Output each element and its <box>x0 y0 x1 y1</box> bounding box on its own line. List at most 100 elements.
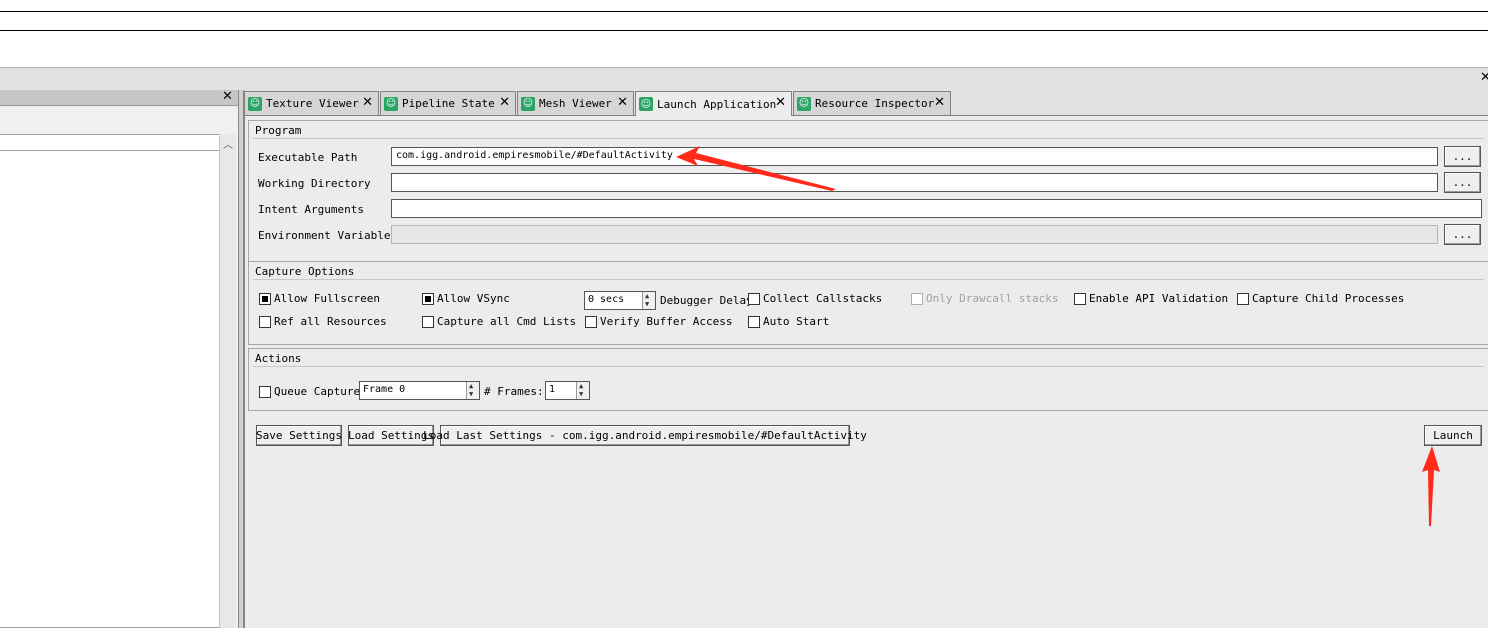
group-title: Actions <box>255 352 302 365</box>
verify-buffer-access-checkbox[interactable]: Verify Buffer Access <box>585 315 732 328</box>
divider <box>253 279 1484 280</box>
checkbox-label: Ref all Resources <box>274 315 387 328</box>
executable-path-field[interactable]: com.igg.android.empiresmobile/#DefaultAc… <box>391 147 1438 166</box>
browse-executable-button[interactable]: ... <box>1444 146 1481 167</box>
spinbox-value: Frame 0 <box>363 384 406 395</box>
debugger-delay-label: Debugger Delay <box>660 294 753 307</box>
close-icon[interactable]: ✕ <box>1480 71 1488 84</box>
checkbox-box[interactable] <box>748 315 760 328</box>
actions-group: Actions Queue Capture Frame 0 ▲ ▼ # Fram… <box>248 348 1488 411</box>
checkbox-box[interactable] <box>259 315 271 328</box>
launch-application-panel: Program Executable Path com.igg.android.… <box>244 115 1488 628</box>
arrow-up-icon[interactable]: ▲ <box>645 293 649 300</box>
left-scrollbar[interactable]: ︿ <box>219 134 236 628</box>
tab-label: Launch Application <box>657 97 777 111</box>
left-panel-header: ✕ <box>0 90 238 106</box>
arrow-down-icon[interactable]: ▼ <box>469 391 473 398</box>
checkbox-label: Allow Fullscreen <box>274 292 380 305</box>
intent-arguments-label: Intent Arguments <box>258 203 364 216</box>
tab-label: Mesh Viewer <box>539 97 612 110</box>
ref-all-resources-checkbox[interactable]: Ref all Resources <box>259 315 387 328</box>
arrow-down-icon[interactable]: ▼ <box>645 301 649 308</box>
frame-spinbox[interactable]: Frame 0 ▲ ▼ <box>359 381 480 400</box>
tab-resource-inspector[interactable]: ☺ Resource Inspector ✕ <box>793 91 951 115</box>
top-rule-2 <box>0 30 1488 31</box>
group-title: Program <box>255 124 302 137</box>
tab-label: Pipeline State <box>402 97 495 110</box>
viewer-icon: ☺ <box>384 96 398 111</box>
tab-launch-application[interactable]: ☺ Launch Application ✕ <box>635 91 792 116</box>
checkbox-box <box>911 292 923 305</box>
arrow-up-icon[interactable]: ▲ <box>579 383 583 390</box>
left-list-header <box>0 135 219 151</box>
divider <box>253 366 1484 367</box>
tab-pipeline-state[interactable]: ☺ Pipeline State ✕ <box>380 91 516 115</box>
tab-mesh-viewer[interactable]: ☺ Mesh Viewer ✕ <box>517 91 634 115</box>
arrow-down-icon[interactable]: ▼ <box>579 391 583 398</box>
checkbox-box[interactable] <box>259 292 271 305</box>
arrow-up-icon[interactable]: ▲ <box>469 383 473 390</box>
viewer-icon: ☺ <box>521 96 535 111</box>
auto-start-checkbox[interactable]: Auto Start <box>748 315 829 328</box>
intent-arguments-field[interactable] <box>391 199 1482 218</box>
allow-vsync-checkbox[interactable]: Allow VSync <box>422 292 510 305</box>
spin-buttons[interactable]: ▲ ▼ <box>466 382 479 399</box>
working-directory-label: Working Directory <box>258 177 371 190</box>
close-icon[interactable]: ✕ <box>775 96 786 110</box>
collect-callstacks-checkbox[interactable]: Collect Callstacks <box>748 292 882 305</box>
checkbox-label: Queue Capture <box>274 385 361 398</box>
checkbox-label: Enable API Validation <box>1089 292 1229 305</box>
checkbox-box[interactable] <box>422 292 434 305</box>
load-last-settings-button[interactable]: Load Last Settings - com.igg.android.emp… <box>423 425 867 446</box>
working-directory-field[interactable] <box>391 173 1438 192</box>
close-icon[interactable]: ✕ <box>617 96 628 110</box>
left-tree-list[interactable] <box>0 134 220 628</box>
checkbox-box[interactable] <box>1237 292 1249 305</box>
debugger-delay-spinbox[interactable]: 0 secs ▲ ▼ <box>584 291 656 310</box>
environment-variables-label: Environment Variables <box>258 229 398 242</box>
checkbox-label: Verify Buffer Access <box>600 315 733 328</box>
close-icon[interactable]: ✕ <box>499 96 510 110</box>
close-icon[interactable]: ✕ <box>222 90 233 103</box>
spin-buttons[interactable]: ▲ ▼ <box>642 292 655 309</box>
checkbox-label: Collect Callstacks <box>763 292 883 305</box>
tab-label: Resource Inspector <box>815 97 935 110</box>
checkbox-box[interactable] <box>422 315 434 328</box>
capture-options-group: Capture Options Allow Fullscreen Allow V… <box>248 261 1488 345</box>
edit-environment-button[interactable]: ... <box>1444 224 1481 245</box>
capture-all-cmd-lists-checkbox[interactable]: Capture all Cmd Lists <box>422 315 576 328</box>
browse-directory-button[interactable]: ... <box>1444 172 1481 193</box>
frames-count-spinbox[interactable]: 1 ▲ ▼ <box>545 381 590 400</box>
viewer-icon: ☺ <box>248 96 262 111</box>
checkbox-box[interactable] <box>259 385 271 398</box>
divider <box>253 138 1484 139</box>
viewer-icon: ☺ <box>639 97 653 111</box>
only-drawcall-stacks-checkbox: Only Drawcall stacks <box>911 292 1058 305</box>
save-settings-button[interactable]: Save Settings <box>256 425 342 446</box>
chevron-up-icon[interactable]: ︿ <box>223 136 233 151</box>
checkbox-label: Capture Child Processes <box>1252 292 1405 305</box>
program-group: Program Executable Path com.igg.android.… <box>248 120 1488 262</box>
viewer-icon: ☺ <box>797 96 811 111</box>
executable-path-label: Executable Path <box>258 151 358 164</box>
checkbox-box[interactable] <box>585 315 597 328</box>
environment-variables-field <box>391 225 1438 244</box>
enable-api-validation-checkbox[interactable]: Enable API Validation <box>1074 292 1228 305</box>
capture-child-processes-checkbox[interactable]: Capture Child Processes <box>1237 292 1404 305</box>
load-settings-button[interactable]: Load Settings <box>348 425 434 446</box>
spin-buttons[interactable]: ▲ ▼ <box>576 382 589 399</box>
checkbox-box[interactable] <box>1074 292 1086 305</box>
queue-capture-checkbox[interactable]: Queue Capture <box>259 385 360 398</box>
frames-label: # Frames: <box>484 385 544 398</box>
checkbox-label: Capture all Cmd Lists <box>437 315 577 328</box>
close-icon[interactable]: ✕ <box>934 96 945 110</box>
checkbox-label: Auto Start <box>763 315 830 328</box>
checkbox-box[interactable] <box>748 292 760 305</box>
tab-texture-viewer[interactable]: ☺ Texture Viewer ✕ <box>244 91 379 115</box>
close-icon[interactable]: ✕ <box>362 96 373 110</box>
allow-fullscreen-checkbox[interactable]: Allow Fullscreen <box>259 292 380 305</box>
spinbox-value: 0 secs <box>588 294 625 305</box>
launch-button[interactable]: Launch <box>1424 425 1482 446</box>
group-title: Capture Options <box>255 265 355 278</box>
checkbox-label: Only Drawcall stacks <box>926 292 1059 305</box>
